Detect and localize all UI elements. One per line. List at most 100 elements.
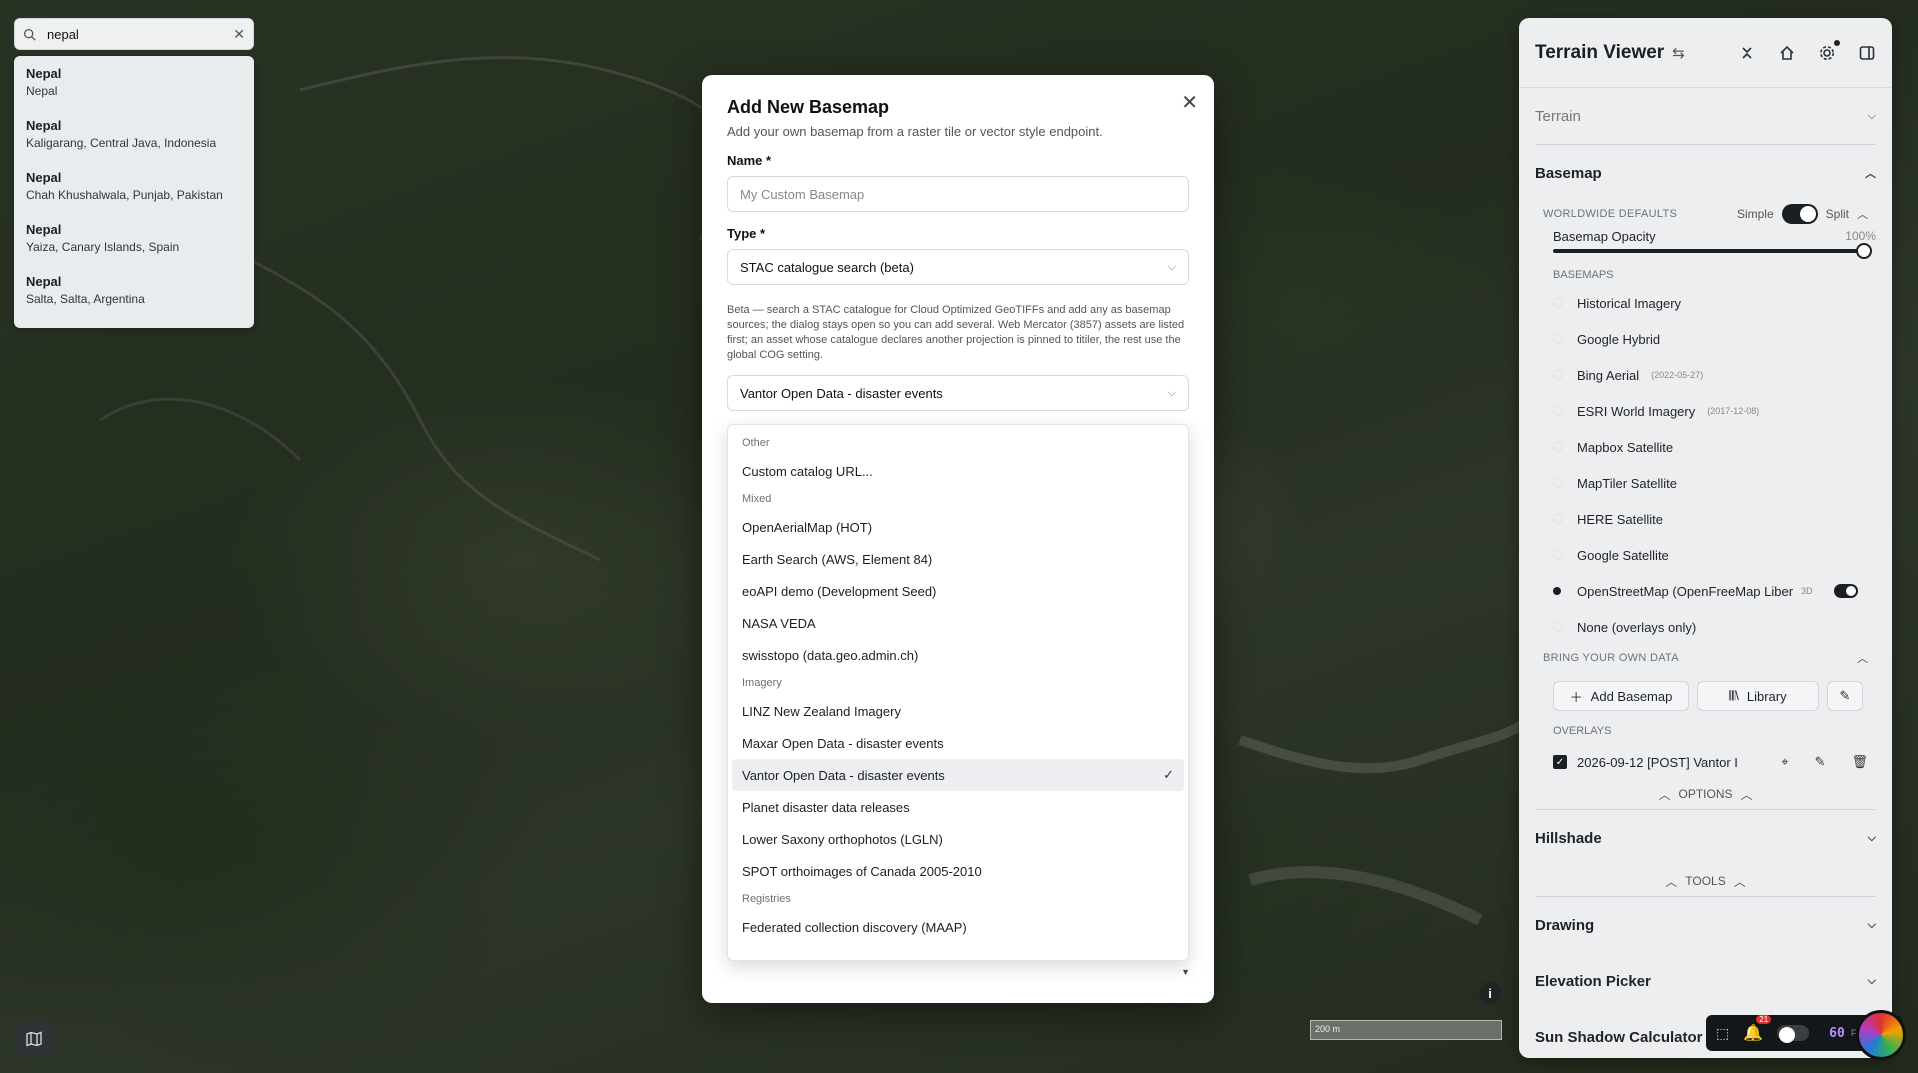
catalog-select[interactable]: Vantor Open Data - disaster events ⌵ — [727, 375, 1189, 411]
radio-button-selected[interactable] — [1553, 587, 1561, 595]
dropdown-option[interactable]: LINZ New Zealand Imagery — [732, 695, 1184, 727]
edit-button[interactable]: ✎ — [1827, 681, 1863, 711]
overlay-item[interactable]: ✓ 2026-09-12 [POST] Vantor I ⌖ ✎ 🗑 — [1519, 745, 1892, 779]
add-basemap-button[interactable]: ＋ Add Basemap — [1553, 681, 1689, 711]
options-toggle[interactable]: ︿ OPTIONS ︿ — [1519, 779, 1892, 809]
split-label: Split — [1825, 207, 1849, 221]
radio-button[interactable] — [1553, 370, 1563, 380]
avatar[interactable] — [1856, 1010, 1906, 1060]
name-field[interactable]: My Custom Basemap — [727, 176, 1189, 212]
basemap-option-selected[interactable]: OpenStreetMap (OpenFreeMap Liber 3D — [1519, 573, 1892, 609]
radio-button[interactable] — [1553, 442, 1563, 452]
edit-icon[interactable]: ✎ — [1815, 754, 1826, 770]
basemap-option[interactable]: None (overlays only) — [1519, 609, 1892, 645]
dropdown-group-label: Imagery — [742, 677, 782, 689]
panel-title: Terrain Viewer — [1535, 41, 1665, 63]
section-elevation-picker[interactable]: Elevation Picker ⌵ — [1519, 953, 1892, 1009]
search-value[interactable]: nepal — [47, 27, 233, 42]
radio-button[interactable] — [1553, 550, 1563, 560]
section-hillshade[interactable]: Hillshade ⌵ — [1519, 810, 1892, 866]
tools-toggle[interactable]: ︿ TOOLS ︿ — [1519, 866, 1892, 896]
section-drawing[interactable]: Drawing ⌵ — [1519, 897, 1892, 953]
opacity-slider-handle[interactable] — [1856, 243, 1872, 259]
radio-button[interactable] — [1553, 622, 1563, 632]
selection-icon[interactable]: ⬚ — [1716, 1025, 1729, 1042]
overlay-checkbox[interactable]: ✓ — [1553, 755, 1567, 769]
search-input[interactable]: nepal ✕ — [14, 18, 254, 50]
basemap-option[interactable]: ESRI World Imagery (2017-12-08) — [1519, 393, 1892, 429]
map-layers-button[interactable] — [14, 1022, 54, 1056]
add-basemap-dialog: ✕ Add New Basemap Add your own basemap f… — [702, 75, 1214, 1003]
sidebar-toggle-icon[interactable] — [1858, 44, 1876, 62]
type-select[interactable]: STAC catalogue search (beta) ⌵ — [727, 249, 1189, 285]
basemap-option[interactable]: Bing Aerial (2022-05-27) — [1519, 357, 1892, 393]
info-icon[interactable]: i — [1479, 982, 1501, 1004]
close-icon[interactable]: ✕ — [1181, 93, 1198, 113]
chevron-up-icon[interactable]: ︿ — [1857, 206, 1868, 222]
gear-icon[interactable] — [1818, 39, 1840, 62]
section-terrain[interactable]: Terrain ⌵ — [1519, 88, 1892, 144]
section-basemap-label: Basemap — [1535, 164, 1602, 182]
fps-value: 60 — [1829, 1025, 1845, 1041]
search-result[interactable]: Nepal Chah Khushalwala, Punjab, Pakistan — [14, 166, 254, 218]
dropdown-option[interactable]: Maxar Open Data - disaster events — [732, 727, 1184, 759]
search-result[interactable]: Nepal Salta, Salta, Argentina — [14, 270, 254, 322]
swap-icon[interactable]: ⇆ — [1672, 44, 1685, 62]
simple-split-toggle[interactable] — [1781, 204, 1818, 224]
search-result[interactable]: Nepal Yaiza, Canary Islands, Spain — [14, 218, 254, 270]
search-result[interactable]: Nepal Kaligarang, Central Java, Indonesi… — [14, 114, 254, 166]
radio-button[interactable] — [1553, 478, 1563, 488]
dropdown-option[interactable]: Lower Saxony orthophotos (LGLN) — [732, 823, 1184, 855]
library-button[interactable]: 𝄃𝄃\ Library — [1697, 681, 1819, 711]
notification-dot — [1834, 39, 1840, 46]
search-result-title: Nepal — [26, 170, 62, 185]
dropdown-option[interactable]: Custom catalog URL... — [732, 455, 1184, 487]
basemap-name: Google Satellite — [1577, 547, 1669, 563]
home-icon[interactable] — [1778, 44, 1796, 62]
type-select-value: STAC catalogue search (beta) — [740, 259, 914, 275]
basemap-name: OpenStreetMap (OpenFreeMap Liber — [1577, 583, 1794, 599]
section-basemap[interactable]: Basemap ︿ — [1519, 145, 1892, 201]
theme-toggle[interactable] — [1777, 1025, 1810, 1043]
basemap-name: HERE Satellite — [1577, 511, 1663, 527]
opacity-value: 100% — [1845, 229, 1876, 243]
dropdown-option-selected[interactable]: Vantor Open Data - disaster events ✓ — [732, 759, 1184, 791]
dropdown-option[interactable]: eoAPI demo (Development Seed) — [732, 575, 1184, 607]
basemap-option[interactable]: Mapbox Satellite — [1519, 429, 1892, 465]
overlay-name: 2026-09-12 [POST] Vantor I — [1577, 754, 1738, 770]
type-label: Type * — [727, 226, 766, 241]
dropdown-option[interactable]: Earth Search (AWS, Element 84) — [732, 543, 1184, 575]
dropdown-option[interactable]: Planet disaster data releases — [732, 791, 1184, 823]
radio-button[interactable] — [1553, 334, 1563, 344]
3d-toggle[interactable] — [1834, 584, 1858, 598]
collapse-icon[interactable] — [1738, 44, 1756, 62]
dropdown-option[interactable]: NASA VEDA — [732, 607, 1184, 639]
dropdown-option[interactable]: SPOT orthoimages of Canada 2005-2010 — [732, 855, 1184, 887]
basemap-option[interactable]: HERE Satellite — [1519, 501, 1892, 537]
chevron-down-icon: ⌵ — [1867, 918, 1876, 931]
tools-label: TOOLS — [1685, 874, 1726, 888]
radio-button[interactable] — [1553, 514, 1563, 524]
chevron-up-icon: ︿ — [1865, 168, 1876, 180]
catalog-select-value: Vantor Open Data - disaster events — [740, 385, 943, 401]
search-result-title: Nepal — [26, 66, 62, 81]
basemap-option[interactable]: Historical Imagery — [1519, 285, 1892, 321]
search-result[interactable]: Nepal Nepal — [14, 62, 254, 114]
radio-button[interactable] — [1553, 406, 1563, 416]
opacity-slider-track[interactable] — [1553, 249, 1868, 253]
dropdown-option[interactable]: OpenAerialMap (HOT) — [732, 511, 1184, 543]
dropdown-option[interactable]: Federated collection discovery (MAAP) — [732, 911, 1184, 943]
basemap-option[interactable]: MapTiler Satellite — [1519, 465, 1892, 501]
notification-badge: 21 — [1756, 1015, 1772, 1024]
trash-icon[interactable]: 🗑 — [1851, 754, 1868, 770]
bell-icon[interactable]: 🔔 21 — [1743, 1015, 1772, 1043]
basemap-option[interactable]: Google Satellite — [1519, 537, 1892, 573]
radio-button[interactable] — [1553, 298, 1563, 308]
location-pin-icon[interactable]: ⌖ — [1781, 754, 1788, 770]
section-elevation-label: Elevation Picker — [1535, 972, 1651, 990]
chevron-down-icon: ▼ — [1181, 967, 1190, 977]
basemap-option[interactable]: Google Hybrid — [1519, 321, 1892, 357]
clear-search-icon[interactable]: ✕ — [233, 26, 245, 43]
chevron-up-icon[interactable]: ︿ — [1857, 650, 1868, 666]
dropdown-option[interactable]: swisstopo (data.geo.admin.ch) — [732, 639, 1184, 671]
